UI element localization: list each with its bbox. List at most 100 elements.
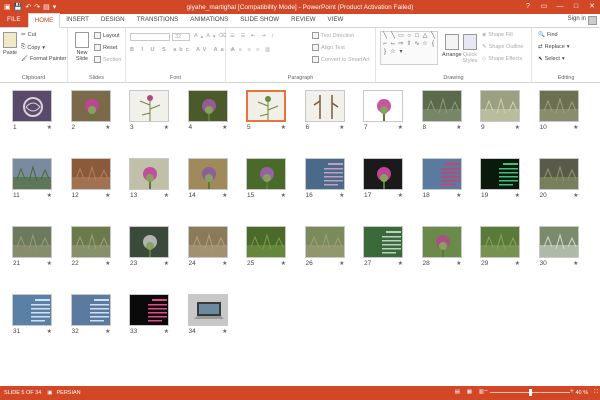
transition-star-icon[interactable]: ★: [515, 124, 520, 131]
format-painter-button[interactable]: 🖌 Format Painter: [21, 56, 66, 62]
transition-star-icon[interactable]: ★: [164, 328, 169, 335]
tab-file[interactable]: FILE: [0, 13, 28, 27]
rectangle-shape-icon[interactable]: □: [413, 32, 421, 40]
transition-star-icon[interactable]: ★: [105, 260, 110, 267]
transition-star-icon[interactable]: ★: [339, 124, 344, 131]
tab-animations[interactable]: ANIMATIONS: [184, 13, 234, 27]
transition-star-icon[interactable]: ★: [222, 192, 227, 199]
transition-star-icon[interactable]: ★: [515, 192, 520, 199]
shape-effects-button[interactable]: ◇ Shape Effects: [482, 56, 522, 62]
tab-slide-show[interactable]: SLIDE SHOW: [234, 13, 285, 27]
slide-thumbnail[interactable]: 15 ★: [246, 158, 286, 199]
shape-outline-button[interactable]: ✎ Shape Outline: [482, 44, 523, 50]
oval-shape-icon[interactable]: ○: [405, 32, 413, 40]
slide-thumbnail[interactable]: 10 ★: [538, 90, 579, 131]
user-avatar[interactable]: [588, 16, 597, 25]
text-direction-button[interactable]: Text Direction: [312, 32, 354, 39]
transition-star-icon[interactable]: ★: [222, 124, 227, 131]
transition-star-icon[interactable]: ★: [456, 260, 461, 267]
tab-review[interactable]: REVIEW: [285, 13, 321, 27]
slide-thumbnail[interactable]: 33 ★: [129, 294, 169, 335]
transition-star-icon[interactable]: ★: [222, 260, 227, 267]
customize-qat-icon[interactable]: ▾: [53, 3, 57, 11]
transition-star-icon[interactable]: ★: [105, 192, 110, 199]
line-shape-icon[interactable]: ╲: [381, 32, 389, 40]
slide-thumbnail[interactable]: 2 ★: [70, 90, 111, 131]
language[interactable]: PERSIAN: [57, 390, 81, 396]
rectangle-shape-icon[interactable]: ▭: [397, 32, 405, 40]
close-button[interactable]: ✕: [584, 0, 600, 14]
transition-star-icon[interactable]: ★: [164, 124, 169, 131]
transition-star-icon[interactable]: ★: [281, 124, 286, 131]
quick-styles-button[interactable]: Quick Styles: [462, 34, 478, 64]
transition-star-icon[interactable]: ★: [47, 124, 52, 131]
slide-thumbnail[interactable]: 17 ★: [363, 158, 403, 199]
transition-star-icon[interactable]: ★: [573, 260, 578, 267]
slide-thumbnail[interactable]: 28 ★: [421, 226, 462, 267]
transition-star-icon[interactable]: ★: [164, 260, 169, 267]
slide-thumbnail[interactable]: 31 ★: [12, 294, 52, 335]
slide-thumbnail[interactable]: 21 ★: [12, 226, 52, 267]
slide-thumbnail[interactable]: 7 ★: [363, 90, 403, 131]
transition-star-icon[interactable]: ★: [398, 192, 403, 199]
star-shape-icon[interactable]: ☆: [421, 40, 429, 48]
slide-thumbnail[interactable]: 32 ★: [70, 294, 111, 335]
transition-star-icon[interactable]: ★: [47, 328, 52, 335]
slide-thumbnail[interactable]: 5 ★: [246, 90, 286, 131]
arrange-button[interactable]: Arrange: [442, 34, 462, 58]
line-shape-icon[interactable]: ╲: [429, 32, 437, 40]
line-shape-icon[interactable]: ⌐: [381, 40, 389, 48]
curve-shape-icon[interactable]: ∿: [413, 40, 421, 48]
transition-star-icon[interactable]: ★: [398, 124, 403, 131]
font-size-combo[interactable]: 32: [172, 33, 190, 41]
transition-star-icon[interactable]: ★: [47, 192, 52, 199]
save-icon[interactable]: 💾: [14, 3, 23, 11]
zoom-slider-thumb[interactable]: [529, 389, 532, 396]
reset-button[interactable]: Reset: [94, 44, 117, 51]
slide-thumbnail[interactable]: 6 ★: [304, 90, 345, 131]
minimize-button[interactable]: —: [552, 0, 568, 14]
slide-thumbnail[interactable]: 20 ★: [538, 158, 579, 199]
brace-shape-icon[interactable]: {: [429, 40, 437, 48]
slide-thumbnail[interactable]: 4 ★: [187, 90, 228, 131]
transition-star-icon[interactable]: ★: [105, 328, 110, 335]
slide-sorter-view-icon[interactable]: ▦: [467, 389, 472, 395]
new-slide-button[interactable]: New Slide: [72, 32, 92, 62]
undo-icon[interactable]: ↶: [25, 3, 31, 11]
cut-button[interactable]: ✂ Cut: [21, 32, 36, 38]
transition-star-icon[interactable]: ★: [456, 124, 461, 131]
transition-star-icon[interactable]: ★: [573, 124, 578, 131]
slide-thumbnail[interactable]: 13 ★: [129, 158, 169, 199]
line-shape-icon[interactable]: ╲: [389, 32, 397, 40]
find-button[interactable]: 🔍 Find: [538, 32, 558, 38]
replace-button[interactable]: ⇄ Replace ▾: [538, 44, 570, 50]
font-grow-shrink[interactable]: A ▲ A ▼ ⌫: [194, 33, 226, 39]
transition-star-icon[interactable]: ★: [105, 124, 110, 131]
slide-thumbnail[interactable]: 8 ★: [421, 90, 462, 131]
slide-thumbnail[interactable]: 26 ★: [304, 226, 345, 267]
help-button[interactable]: ?: [520, 0, 536, 14]
transition-star-icon[interactable]: ★: [222, 328, 227, 335]
brace-shape-icon[interactable]: }: [381, 48, 389, 56]
align-text-button[interactable]: Align Text: [312, 44, 345, 51]
transition-star-icon[interactable]: ★: [398, 260, 403, 267]
slide-thumbnail[interactable]: 1 ★: [12, 90, 52, 131]
shapes-gallery[interactable]: ╲ ╲ ▭ ○ □ △ ╲ ⌐ ⌙ ⇨ ⇧ ∿ ☆{ } ☆ ▾: [380, 31, 438, 65]
section-button[interactable]: Section: [94, 56, 121, 63]
transition-star-icon[interactable]: ★: [164, 192, 169, 199]
select-button[interactable]: ⬉ Select ▾: [538, 56, 565, 62]
transition-star-icon[interactable]: ★: [281, 192, 286, 199]
shape-fill-button[interactable]: ◈ Shape Fill: [482, 32, 513, 38]
font-style-buttons[interactable]: B I U S abc AV Aa A: [130, 47, 238, 53]
slide-thumbnail[interactable]: 34 ★: [187, 294, 228, 335]
connector-shape-icon[interactable]: ⌙: [389, 40, 397, 48]
transition-star-icon[interactable]: ★: [515, 260, 520, 267]
layout-button[interactable]: Layout: [94, 32, 120, 39]
zoom-in-button[interactable]: +: [570, 388, 574, 395]
transition-star-icon[interactable]: ★: [281, 260, 286, 267]
star-shape-icon[interactable]: ☆: [389, 48, 397, 56]
slide-thumbnail[interactable]: 14 ★: [187, 158, 228, 199]
tab-insert[interactable]: INSERT: [60, 13, 95, 27]
normal-view-icon[interactable]: ▤: [455, 389, 460, 395]
start-from-beginning-icon[interactable]: ▤: [43, 3, 50, 11]
